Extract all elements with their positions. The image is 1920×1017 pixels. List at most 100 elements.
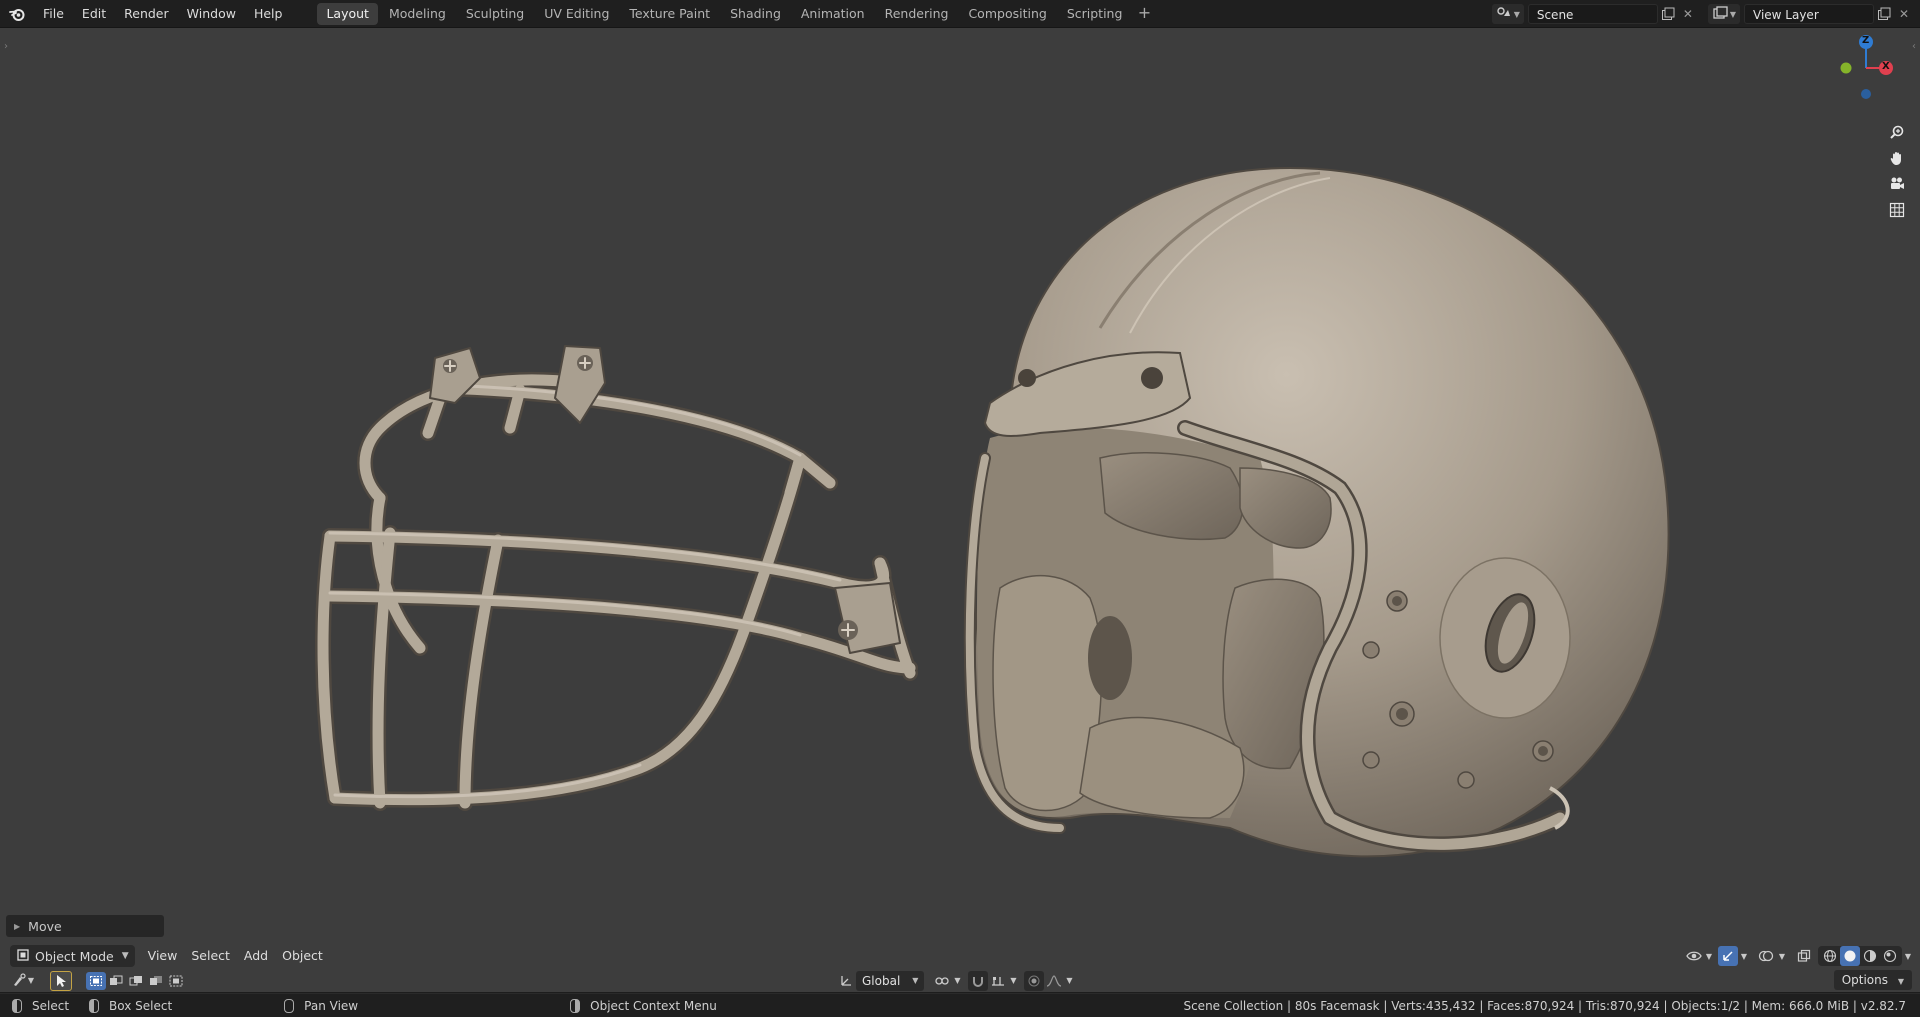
view-layer-name-field[interactable]: View Layer bbox=[1744, 4, 1874, 24]
panel-expand-icon: ▶ bbox=[14, 921, 21, 931]
helmet-model[interactable] bbox=[963, 166, 1670, 858]
add-workspace-button[interactable]: + bbox=[1133, 3, 1155, 25]
chevron-down-icon[interactable]: ▼ bbox=[1704, 946, 1714, 966]
status-select-hint: Select bbox=[12, 998, 85, 1013]
menu-help[interactable]: Help bbox=[245, 0, 292, 28]
tab-animation[interactable]: Animation bbox=[792, 3, 874, 25]
navigation-gizmo[interactable]: Z X bbox=[1824, 34, 1904, 114]
object-mode-dropdown[interactable]: Object Mode ▼ bbox=[10, 945, 135, 967]
tab-texture-paint[interactable]: Texture Paint bbox=[620, 3, 719, 25]
menu-file[interactable]: File bbox=[34, 0, 73, 28]
chevron-down-icon: ▼ bbox=[1729, 9, 1736, 19]
overlays-toggle-icon[interactable] bbox=[1756, 946, 1776, 966]
chevron-down-icon[interactable]: ▼ bbox=[26, 970, 36, 990]
scene-selectors: ▼ Scene ✕ ▼ View Layer ✕ bbox=[1491, 0, 1920, 28]
material-shading-icon[interactable] bbox=[1860, 946, 1880, 966]
orthographic-grid-icon[interactable] bbox=[1885, 198, 1909, 222]
sidebar-expand-icon[interactable]: ‹ bbox=[1909, 40, 1919, 54]
scene-statistics: Scene Collection | 80s Facemask | Verts:… bbox=[1183, 999, 1906, 1013]
tab-sculpting[interactable]: Sculpting bbox=[457, 3, 533, 25]
falloff-curve-icon[interactable] bbox=[1044, 971, 1064, 991]
last-operator-panel[interactable]: ▶ Move bbox=[6, 915, 164, 937]
select-subtract-icon[interactable] bbox=[126, 972, 146, 990]
chevron-down-icon[interactable]: ▼ bbox=[1738, 946, 1750, 966]
chevron-down-icon[interactable]: ▼ bbox=[952, 971, 962, 991]
blender-logo-icon[interactable] bbox=[0, 0, 34, 28]
chevron-down-icon: ▼ bbox=[1513, 9, 1520, 19]
select-new-icon[interactable] bbox=[86, 971, 106, 990]
status-context-menu-label: Object Context Menu bbox=[590, 998, 717, 1013]
facemask-model[interactable] bbox=[315, 345, 918, 811]
snap-toggle-icon[interactable] bbox=[968, 970, 989, 991]
delete-view-layer-icon[interactable]: ✕ bbox=[1894, 4, 1914, 24]
transform-orientation-dropdown[interactable]: Global ▼ bbox=[856, 970, 925, 991]
tab-compositing[interactable]: Compositing bbox=[959, 3, 1055, 25]
y-axis-handle bbox=[1840, 62, 1852, 74]
chevron-down-icon[interactable]: ▼ bbox=[1064, 971, 1074, 991]
solid-shading-icon[interactable] bbox=[1840, 946, 1860, 966]
tab-modeling[interactable]: Modeling bbox=[380, 3, 455, 25]
menu-edit[interactable]: Edit bbox=[73, 0, 115, 28]
tab-shading[interactable]: Shading bbox=[721, 3, 790, 25]
transform-orientation-label: Global bbox=[862, 973, 901, 988]
middle-mouse-icon bbox=[284, 998, 295, 1013]
tab-layout[interactable]: Layout bbox=[317, 2, 378, 25]
menu-window[interactable]: Window bbox=[178, 0, 245, 28]
view-layer-browse-button[interactable]: ▼ bbox=[1707, 4, 1740, 24]
wireframe-shading-icon[interactable] bbox=[1820, 946, 1840, 966]
options-dropdown[interactable]: Options ▼ bbox=[1833, 970, 1912, 990]
3d-viewport[interactable]: › ‹ Z X ▶ Move Object Mode ▼ View Select… bbox=[0, 28, 1920, 992]
xray-toggle-icon[interactable] bbox=[1794, 946, 1814, 966]
camera-view-icon[interactable] bbox=[1885, 172, 1909, 196]
workspace-tabs: Layout Modeling Sculpting UV Editing Tex… bbox=[317, 0, 1155, 28]
chevron-down-icon[interactable]: ▼ bbox=[1008, 971, 1018, 991]
add-menu[interactable]: Add bbox=[237, 945, 275, 967]
scene-render[interactable] bbox=[0, 28, 1920, 992]
pan-hand-icon[interactable] bbox=[1885, 146, 1909, 170]
view-layer-icon bbox=[1712, 5, 1728, 23]
select-intersect-icon[interactable] bbox=[166, 972, 186, 990]
chevron-down-icon[interactable]: ▼ bbox=[1902, 946, 1914, 966]
status-box-select-label: Box Select bbox=[109, 998, 173, 1013]
status-pan-view-label: Pan View bbox=[304, 998, 359, 1013]
new-scene-icon[interactable] bbox=[1658, 4, 1678, 24]
object-mode-icon bbox=[16, 948, 30, 965]
x-axis-label: X bbox=[1882, 61, 1890, 72]
scene-browse-button[interactable]: ▼ bbox=[1491, 4, 1524, 24]
chevron-down-icon: ▼ bbox=[121, 951, 129, 961]
gizmo-toggle-icon[interactable] bbox=[1718, 946, 1738, 966]
scene-icon bbox=[1496, 6, 1512, 23]
shading-mode-group bbox=[1818, 946, 1902, 966]
z-axis-label: Z bbox=[1862, 35, 1870, 46]
tab-scripting[interactable]: Scripting bbox=[1058, 3, 1132, 25]
select-extend-icon[interactable] bbox=[106, 972, 126, 990]
status-context-menu-hint: Object Context Menu bbox=[570, 998, 717, 1013]
right-mouse-icon bbox=[570, 998, 581, 1013]
rendered-shading-icon[interactable] bbox=[1880, 946, 1900, 966]
view-menu[interactable]: View bbox=[141, 945, 185, 967]
menu-render[interactable]: Render bbox=[115, 0, 178, 28]
proportional-edit-icon[interactable] bbox=[1024, 970, 1045, 991]
select-menu[interactable]: Select bbox=[184, 945, 237, 967]
pivot-point-icon[interactable] bbox=[932, 971, 952, 991]
select-difference-icon[interactable] bbox=[146, 972, 166, 990]
chevron-down-icon[interactable]: ▼ bbox=[1776, 946, 1788, 966]
select-tool-icon[interactable] bbox=[50, 970, 72, 991]
zoom-icon[interactable] bbox=[1885, 120, 1909, 144]
scene-name-field[interactable]: Scene bbox=[1527, 4, 1658, 24]
object-mode-label: Object Mode bbox=[35, 948, 114, 964]
status-select-label: Select bbox=[32, 998, 70, 1013]
tab-rendering[interactable]: Rendering bbox=[876, 3, 958, 25]
visibility-eye-icon[interactable] bbox=[1684, 946, 1704, 966]
delete-scene-icon[interactable]: ✕ bbox=[1678, 4, 1698, 24]
tab-uv-editing[interactable]: UV Editing bbox=[535, 3, 618, 25]
new-view-layer-icon[interactable] bbox=[1874, 4, 1894, 24]
selection-mode-group bbox=[86, 971, 186, 990]
toolbar-expand-icon[interactable]: › bbox=[1, 40, 11, 54]
viewport-display-controls: ▼ ▼ ▼ ▼ bbox=[1684, 945, 1914, 967]
left-mouse-icon bbox=[12, 998, 22, 1013]
chevron-down-icon: ▼ bbox=[1897, 977, 1904, 986]
neg-z-axis-handle bbox=[1861, 89, 1871, 99]
snap-element-icon[interactable] bbox=[988, 971, 1008, 991]
object-menu[interactable]: Object bbox=[275, 945, 330, 967]
